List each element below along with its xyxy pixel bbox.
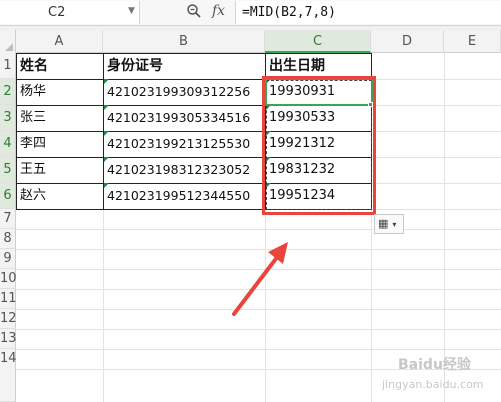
annotation-arrow-icon xyxy=(232,242,288,316)
watermark-url: jingyan.baidu.com xyxy=(382,378,484,391)
watermark-logo: Baidu经验 jingyan.baidu.com xyxy=(378,352,498,398)
watermark-title: Baidu经验 xyxy=(398,357,471,373)
